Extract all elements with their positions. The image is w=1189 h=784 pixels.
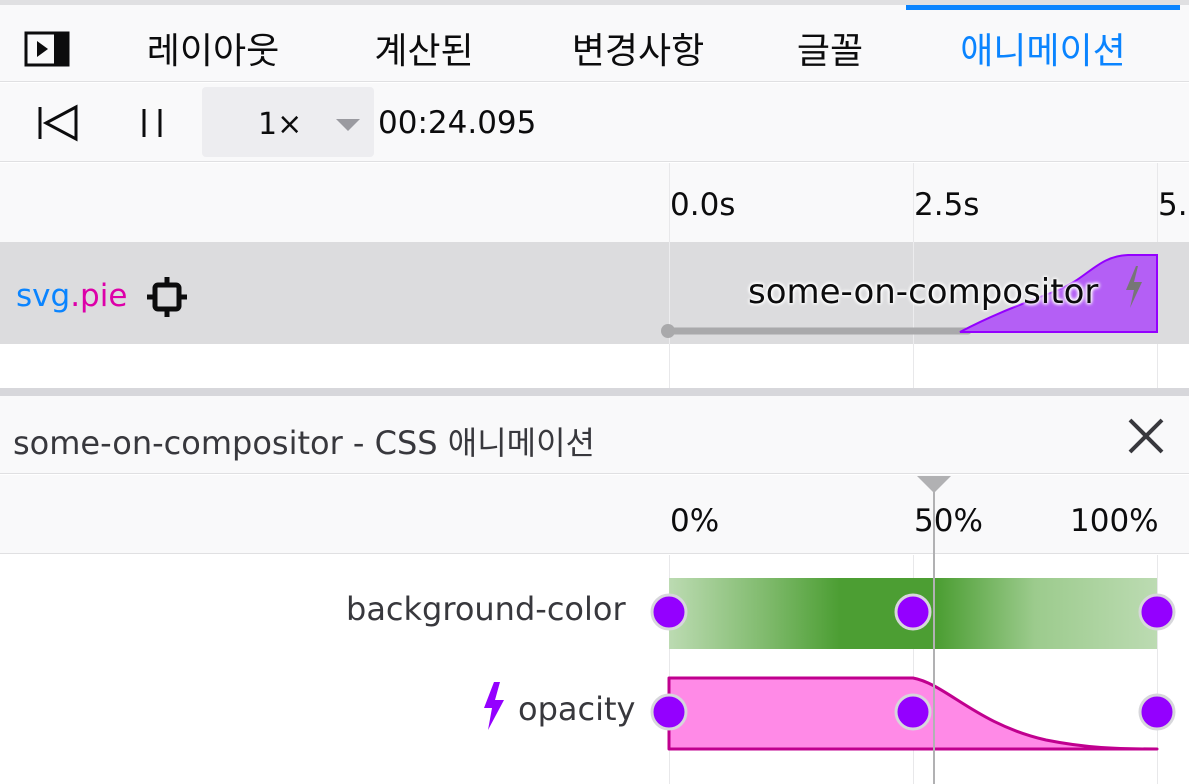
timeline-header: 0.0s 2.5s 5.0s	[0, 163, 1189, 242]
property-name-opacity: opacity	[518, 690, 636, 728]
close-icon	[1128, 418, 1164, 454]
percent-tick-label: 0%	[670, 503, 720, 539]
panel-tab-bar: 레이아웃 계산된 변경사항 글꼴 애니메이션	[0, 0, 1189, 82]
close-button[interactable]	[1124, 414, 1168, 458]
detail-tick-header: 0% 50% 100%	[0, 475, 1189, 554]
tab-changes[interactable]: 변경사항	[540, 10, 736, 86]
animation-toolbar: 1× 00:24.095	[0, 83, 1189, 162]
percent-tick-label: 100%	[1070, 503, 1159, 539]
tab-computed[interactable]: 계산된	[344, 10, 504, 86]
target-class: .pie	[70, 278, 128, 314]
timeline-tick-label: 5.0s	[1158, 187, 1189, 223]
chevron-down-icon	[336, 119, 360, 131]
playback-rate-select[interactable]: 1×	[202, 87, 374, 157]
tab-animations[interactable]: 애니메이션	[906, 5, 1180, 86]
keyframe-marker[interactable]	[894, 593, 932, 631]
animation-name-label: some-on-compositor	[748, 272, 1099, 312]
background-color-keyframes-graph[interactable]	[646, 574, 1189, 654]
keyframe-marker[interactable]	[650, 693, 688, 731]
percent-tick-label: 50%	[914, 503, 983, 539]
timeline-tick-label: 2.5s	[914, 187, 980, 223]
current-time: 00:24.095	[378, 104, 537, 141]
keyframe-marker[interactable]	[650, 593, 688, 631]
sidebar-toggle-button[interactable]	[22, 29, 72, 69]
playback-rate-value: 1×	[258, 107, 303, 142]
tab-fonts[interactable]: 글꼴	[772, 10, 888, 86]
keyframe-marker[interactable]	[1138, 693, 1176, 731]
animation-detail-header: some-on-compositor - CSS 애니메이션	[0, 396, 1189, 474]
lightning-icon	[484, 682, 504, 730]
target-tag: svg	[16, 278, 71, 314]
detail-title: some-on-compositor - CSS 애니메이션	[13, 424, 595, 462]
sidebar-toggle-icon	[24, 31, 70, 67]
tab-layout[interactable]: 레이아웃	[118, 10, 308, 86]
keyframe-marker[interactable]	[894, 693, 932, 731]
rewind-icon	[38, 104, 78, 141]
pause-button[interactable]	[128, 83, 176, 162]
select-element-icon[interactable]	[146, 276, 188, 318]
timeline-tick-label: 0.0s	[670, 187, 736, 223]
animation-target[interactable]: svg.pie	[16, 278, 127, 314]
rewind-button[interactable]	[28, 83, 84, 162]
keyframe-marker[interactable]	[1138, 593, 1176, 631]
pause-icon	[142, 108, 162, 137]
panel-splitter[interactable]	[0, 388, 1189, 396]
property-name-background-color: background-color	[346, 590, 626, 628]
current-time-scrubber[interactable]	[933, 476, 935, 784]
scrubber-handle-icon[interactable]	[917, 476, 951, 493]
opacity-keyframes-graph[interactable]	[646, 674, 1189, 754]
